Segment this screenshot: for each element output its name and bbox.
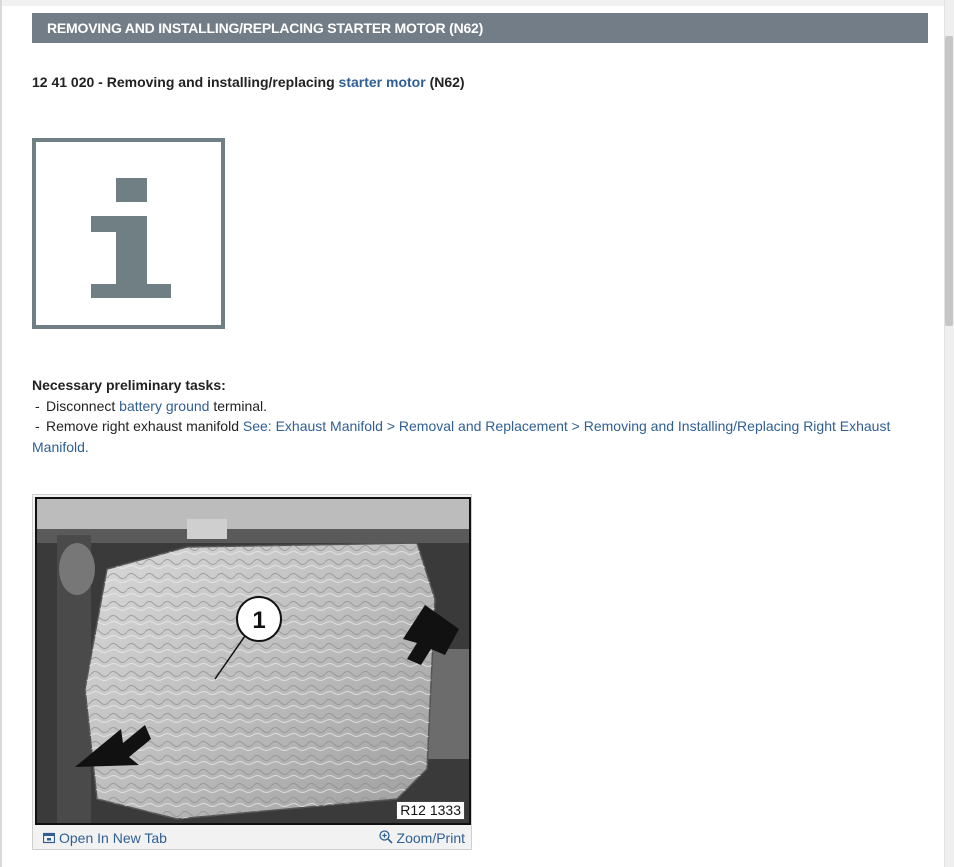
list-dash: -: [35, 397, 40, 414]
preliminary-tasks: Necessary preliminary tasks: - Disconnect…: [32, 375, 912, 457]
scrollbar-thumb[interactable]: [945, 36, 953, 326]
left-rule: [0, 0, 2, 867]
starter-motor-link[interactable]: starter motor: [339, 74, 426, 90]
zoom-print-label: Zoom/Print: [396, 830, 465, 846]
figure-callout: 1: [252, 607, 265, 634]
zoom-in-icon: [378, 830, 393, 844]
section-title-bar: REMOVING AND INSTALLING/REPLACING STARTE…: [32, 13, 928, 43]
figure-photo[interactable]: 1 R12 1333: [35, 497, 471, 825]
item-prefix: Disconnect: [46, 397, 120, 414]
open-in-new-tab-button[interactable]: Open In New Tab: [43, 830, 167, 846]
info-box: [32, 138, 225, 329]
procedure-title: 12 41 020 - Removing and installing/repl…: [32, 74, 465, 90]
preliminary-heading: Necessary preliminary tasks:: [32, 377, 226, 393]
battery-ground-link[interactable]: battery ground: [119, 398, 209, 414]
top-strip: [0, 0, 944, 6]
list-item: - Disconnect battery ground terminal.: [32, 396, 912, 417]
list-item: - Remove right exhaust manifold See: Exha…: [32, 416, 912, 457]
zoom-print-button[interactable]: Zoom/Print: [378, 830, 465, 846]
item-prefix: Remove right exhaust manifold: [46, 418, 243, 434]
list-dash: -: [35, 418, 40, 434]
figure-actions: Open In New Tab Zoom/Print: [33, 827, 471, 849]
item-suffix: terminal.: [209, 397, 268, 414]
procedure-code-text: 12 41 020 - Removing and installing/repl…: [32, 74, 339, 90]
scrollbar-track[interactable]: [944, 0, 954, 867]
open-tab-icon: [43, 832, 55, 844]
open-tab-label: Open In New Tab: [59, 830, 167, 846]
procedure-suffix: (N62): [425, 74, 465, 90]
info-icon: [91, 178, 171, 298]
section-title: REMOVING AND INSTALLING/REPLACING STARTE…: [47, 20, 484, 36]
figure-label: R12 1333: [396, 801, 465, 820]
figure-panel: 1 R12 1333 Open In New Tab Zoom/Print: [32, 494, 472, 850]
